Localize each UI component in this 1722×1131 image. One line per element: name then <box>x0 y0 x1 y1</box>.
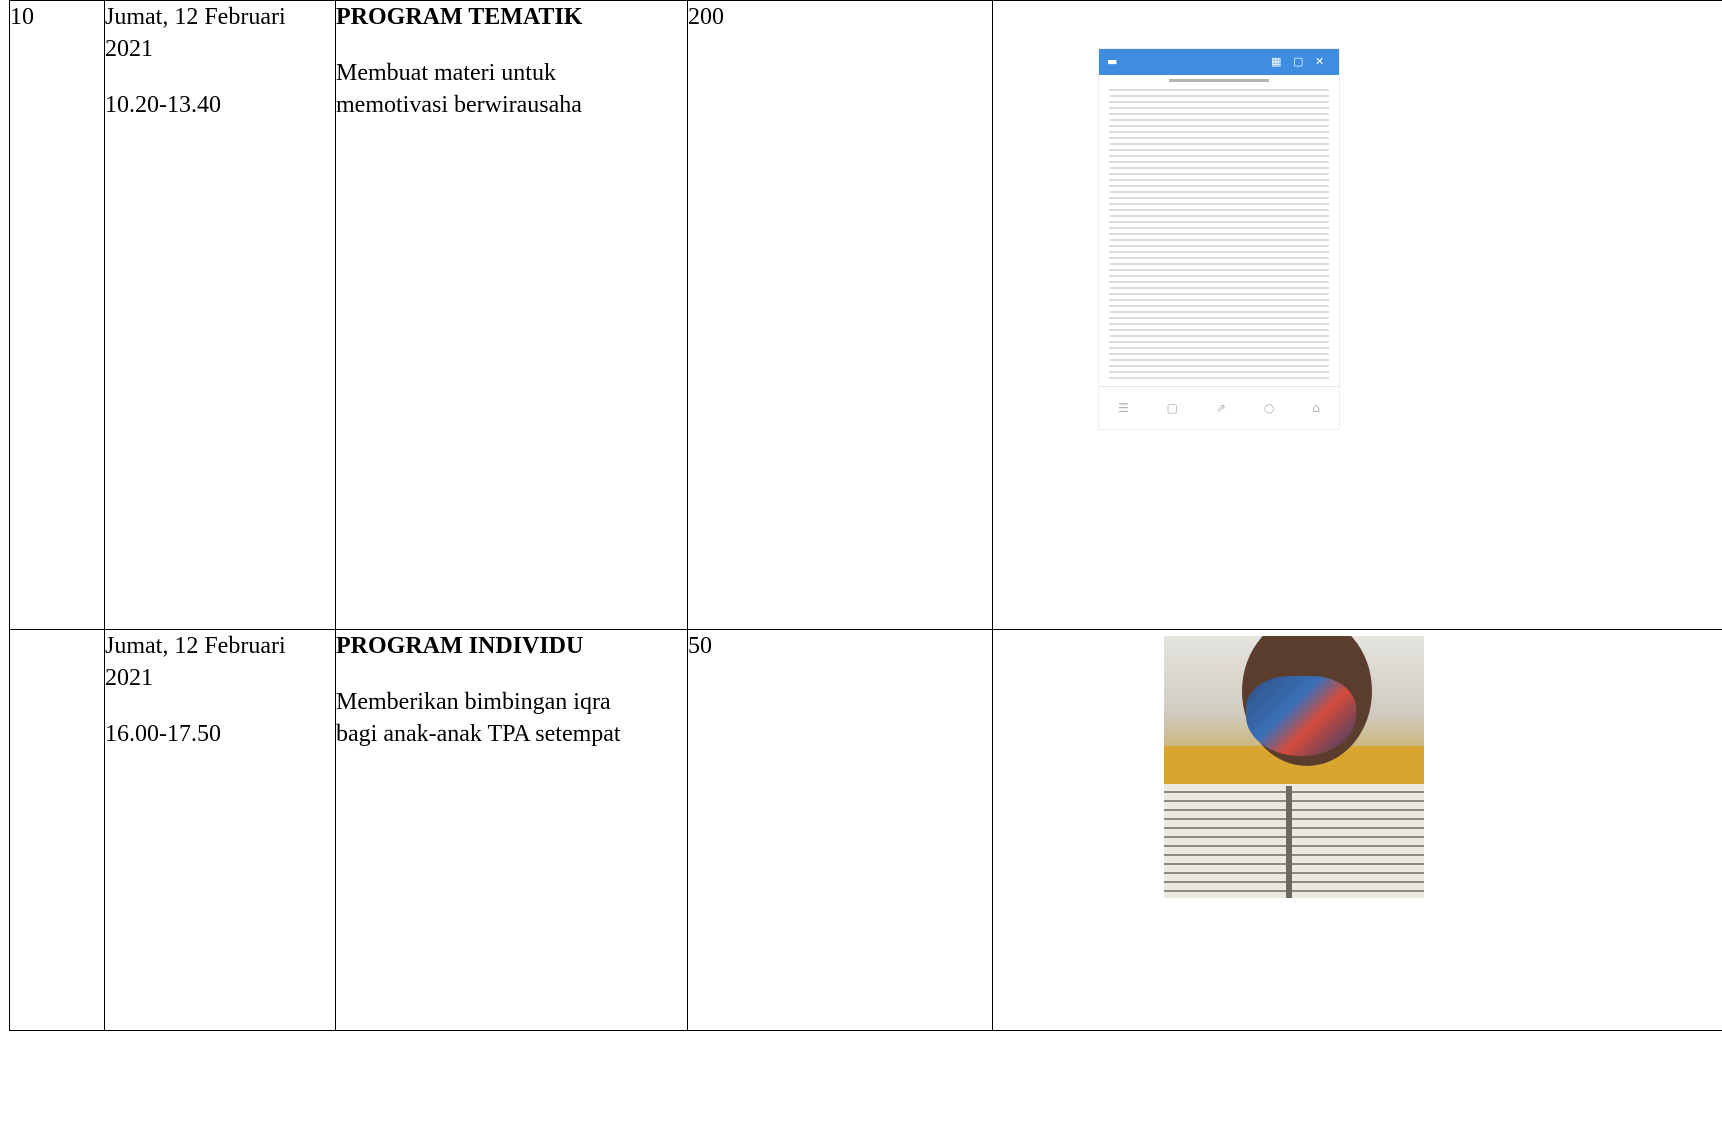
window-icon: ▢ <box>1293 55 1304 68</box>
document-screenshot: ▬ ▦ ▢ ✕ ☰ ▢ ⇗ ○ ⌂ <box>1098 48 1340 430</box>
close-icon: ✕ <box>1315 55 1325 68</box>
table-row: Jumat, 12 Februari 2021 16.00-17.50 PROG… <box>9 629 1722 1031</box>
document-toolbar: ▬ ▦ ▢ ✕ <box>1099 49 1339 75</box>
date-text: Jumat, 12 Februari <box>105 633 286 659</box>
documentation-cell: ▬ ▦ ▢ ✕ ☰ ▢ ⇗ ○ ⌂ <box>992 0 1722 630</box>
back-icon: ▬ <box>1107 55 1118 68</box>
duration-cell: 50 <box>687 629 993 1031</box>
grid-icon: ▦ <box>1271 55 1282 68</box>
time-range: 16.00-17.50 <box>105 721 221 747</box>
entry-number: 10 <box>9 0 105 630</box>
photo-mask <box>1246 676 1356 756</box>
document-text-lines <box>1109 89 1329 379</box>
program-description: Membuat materi untuk memotivasi berwirau… <box>336 57 687 121</box>
program-description-line: memotivasi berwirausaha <box>336 92 582 118</box>
activity-photo <box>1164 636 1424 898</box>
document-heading-line <box>1169 79 1269 82</box>
activity-cell: PROGRAM INDIVIDU Memberikan bimbingan iq… <box>335 629 688 1031</box>
activity-log-table: 10 Jumat, 12 Februari 2021 10.20-13.40 P… <box>9 0 1722 1031</box>
duration-cell: 200 <box>687 0 993 630</box>
document-bottom-toolbar: ☰ ▢ ⇗ ○ ⌂ <box>1099 386 1339 429</box>
program-description-line: Memberikan bimbingan iqra <box>336 689 611 715</box>
documentation-cell <box>992 629 1722 1031</box>
table-row: 10 Jumat, 12 Februari 2021 10.20-13.40 P… <box>9 0 1722 630</box>
activity-cell: PROGRAM TEMATIK Membuat materi untuk mem… <box>335 0 688 630</box>
page-icon: ▢ <box>1166 401 1179 415</box>
year-text: 2021 <box>105 665 153 691</box>
logbook-page: 10 Jumat, 12 Februari 2021 10.20-13.40 P… <box>0 0 1722 1131</box>
home-icon: ⌂ <box>1312 401 1320 415</box>
program-description-line: Membuat materi untuk <box>336 60 556 86</box>
program-description-line: bagi anak-anak TPA setempat <box>336 721 621 747</box>
photo-book-spine <box>1286 786 1292 898</box>
comment-icon: ○ <box>1263 401 1275 415</box>
year-text: 2021 <box>105 36 153 62</box>
date-cell: Jumat, 12 Februari 2021 10.20-13.40 <box>104 0 336 630</box>
time-range: 10.20-13.40 <box>105 92 221 118</box>
program-description: Memberikan bimbingan iqra bagi anak-anak… <box>336 686 687 750</box>
program-title: PROGRAM INDIVIDU <box>336 633 584 659</box>
date-cell: Jumat, 12 Februari 2021 16.00-17.50 <box>104 629 336 1031</box>
program-title: PROGRAM TEMATIK <box>336 4 583 30</box>
date-text: Jumat, 12 Februari <box>105 4 286 30</box>
entry-number <box>9 629 105 1031</box>
share-icon: ⇗ <box>1215 401 1227 415</box>
menu-icon: ☰ <box>1117 401 1129 415</box>
photo-iqra-book <box>1164 784 1424 898</box>
